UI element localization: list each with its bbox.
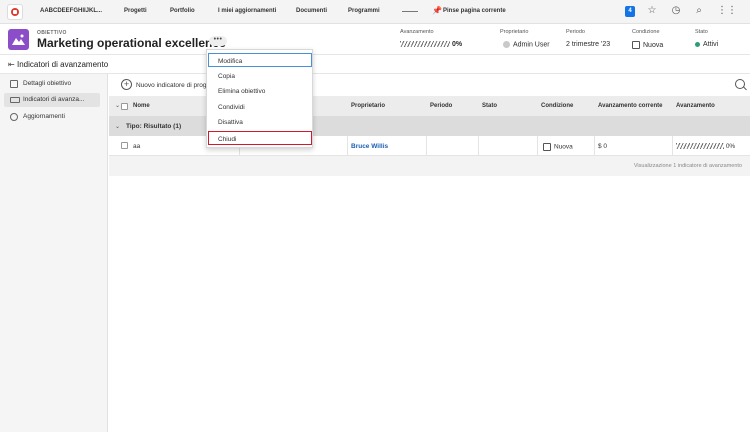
nav-item-portfolio[interactable]: Portfolio	[170, 8, 195, 14]
condizione-value[interactable]: Nuova	[632, 41, 663, 49]
condition-icon	[543, 143, 551, 151]
nav-more-icon[interactable]	[402, 11, 418, 12]
menu-item-chiudi[interactable]: Chiudi	[208, 131, 312, 145]
row-checkbox[interactable]	[121, 142, 128, 149]
section-title: Indicatori di avanzamento	[17, 60, 109, 69]
column-divider	[537, 136, 538, 156]
org-name[interactable]: AABCDEEFGHIIJKL...	[40, 8, 102, 14]
proprietario-value[interactable]: Admin User	[503, 41, 550, 48]
periodo-value: 2 trimestre '23	[566, 41, 611, 48]
sidebar-item-indicatori[interactable]: Indicatori di avanza...	[4, 93, 100, 107]
menu-item-elimina[interactable]: Elimina obiettivo	[209, 84, 310, 98]
column-stato[interactable]: Stato	[482, 103, 497, 109]
group-label: Tipo: Risultato (1)	[126, 123, 182, 130]
column-avanzamento[interactable]: Avanzamento	[676, 103, 715, 109]
chevron-down-icon[interactable]: ⌄	[115, 102, 120, 109]
avatar	[503, 41, 510, 48]
select-all-checkbox[interactable]	[121, 103, 128, 110]
add-icon[interactable]: +	[121, 79, 132, 90]
column-periodo[interactable]: Periodo	[430, 103, 452, 109]
nav-item-progetti[interactable]: Progetti	[124, 8, 147, 14]
nav-item-aggiornamenti[interactable]: I miei aggiornamenti	[218, 8, 276, 14]
row-name[interactable]: aa	[133, 143, 140, 150]
row-count-text: Visualizzazione 1 indicatore di avanzame…	[633, 163, 742, 169]
more-actions-menu: Modifica Copia Elimina obiettivo Condivi…	[206, 49, 313, 148]
menu-item-disattiva[interactable]: Disattiva	[209, 115, 310, 129]
column-proprietario[interactable]: Proprietario	[351, 103, 385, 109]
gauge-icon	[10, 97, 20, 103]
document-icon	[10, 80, 18, 88]
periodo-label: Periodo	[566, 29, 585, 35]
notification-badge[interactable]: 4	[625, 6, 635, 17]
history-icon[interactable]: ◷	[670, 5, 682, 17]
column-nome[interactable]: Nome	[133, 103, 150, 109]
column-divider	[672, 136, 673, 156]
menu-item-condividi[interactable]: Condividi	[209, 100, 310, 114]
row-progress: 0%	[676, 143, 735, 150]
nav-item-programmi[interactable]: Programmi	[348, 8, 380, 14]
pin-icon[interactable]: 📌	[432, 6, 442, 15]
star-icon[interactable]: ☆	[646, 5, 658, 17]
add-indicator-button[interactable]: Nuovo indicatore di progr...	[136, 82, 214, 89]
row-current-progress: $ 0	[598, 143, 608, 150]
sidebar-item-dettagli[interactable]: Dettagli obiettivo	[4, 77, 100, 91]
proprietario-label: Proprietario	[500, 29, 529, 35]
menu-item-copia[interactable]: Copia	[209, 69, 310, 83]
menu-item-modifica[interactable]: Modifica	[208, 53, 312, 67]
column-condizione[interactable]: Condizione	[541, 103, 573, 109]
app-logo-icon[interactable]	[7, 4, 23, 20]
row-owner-link[interactable]: Bruce Willis	[351, 143, 388, 150]
condition-icon	[632, 41, 640, 49]
more-actions-button[interactable]: •••	[209, 36, 227, 46]
apps-grid-icon[interactable]: ⋮⋮	[717, 5, 737, 17]
column-divider	[594, 136, 595, 156]
sidebar: Dettagli obiettivo Indicatori di avanza.…	[0, 74, 108, 432]
condizione-label: Condizione	[632, 29, 660, 35]
avanzamento-label: Avanzamento	[400, 29, 434, 35]
stato-value[interactable]: Attivi	[695, 41, 718, 48]
column-divider	[478, 136, 479, 156]
sidebar-item-aggiornamenti[interactable]: Aggiornamenti	[4, 110, 100, 124]
table-search-icon[interactable]	[735, 79, 745, 89]
top-navigation: AABCDEEFGHIIJKL... Progetti Portfolio I …	[0, 0, 750, 24]
progress-bar	[400, 41, 450, 48]
table-footer: Visualizzazione 1 indicatore di avanzame…	[109, 156, 750, 176]
chat-icon	[10, 113, 18, 121]
column-avanzamento-corrente[interactable]: Avanzamento corrente	[598, 103, 662, 109]
page-title: Marketing operational excellence	[37, 36, 226, 50]
search-icon[interactable]: ⌕	[693, 5, 705, 17]
row-progress-bar	[676, 143, 724, 150]
objective-header: OBIETTIVO Marketing operational excellen…	[0, 24, 750, 55]
column-divider	[426, 136, 427, 156]
status-dot-icon	[695, 41, 700, 47]
group-chevron-icon[interactable]: ⌄	[115, 123, 120, 130]
nav-item-documenti[interactable]: Documenti	[296, 8, 327, 14]
row-condition[interactable]: Nuova	[543, 143, 573, 151]
collapse-left-icon[interactable]: ⇤	[8, 60, 15, 69]
objective-icon	[8, 29, 29, 50]
column-divider	[347, 136, 348, 156]
avanzamento-value: 0%	[400, 41, 462, 48]
stato-label: Stato	[695, 29, 708, 35]
section-header: ⇤ Indicatori di avanzamento	[0, 56, 750, 74]
pin-page-label[interactable]: Pinse pagina corrente	[443, 8, 506, 14]
